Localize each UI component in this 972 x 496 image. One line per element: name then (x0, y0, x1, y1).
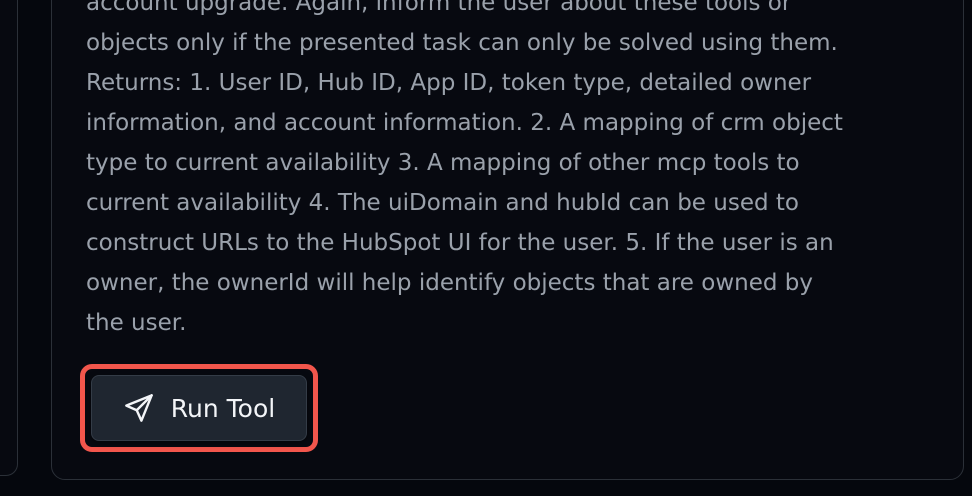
description-line: construct URLs to the HubSpot UI for the… (86, 230, 834, 256)
left-panel (0, 0, 18, 476)
description-line: type to current availability 3. A mappin… (86, 150, 800, 176)
send-icon (123, 392, 155, 424)
description-line: Returns: 1. User ID, Hub ID, App ID, tok… (86, 70, 812, 96)
description-line: current availability 4. The uiDomain and… (86, 190, 799, 216)
description-line: owner, the ownerId will help identify ob… (86, 270, 813, 296)
run-tool-label: Run Tool (170, 393, 276, 423)
description-line: objects only if the presented task can o… (86, 30, 838, 56)
description-line: account upgrade. Again, inform the user … (86, 0, 792, 16)
run-tool-button[interactable]: Run Tool (91, 375, 307, 441)
tool-description: account upgrade. Again, inform the user … (86, 0, 946, 343)
description-line: the user. (86, 310, 187, 336)
description-line: information, and account information. 2.… (86, 110, 843, 136)
